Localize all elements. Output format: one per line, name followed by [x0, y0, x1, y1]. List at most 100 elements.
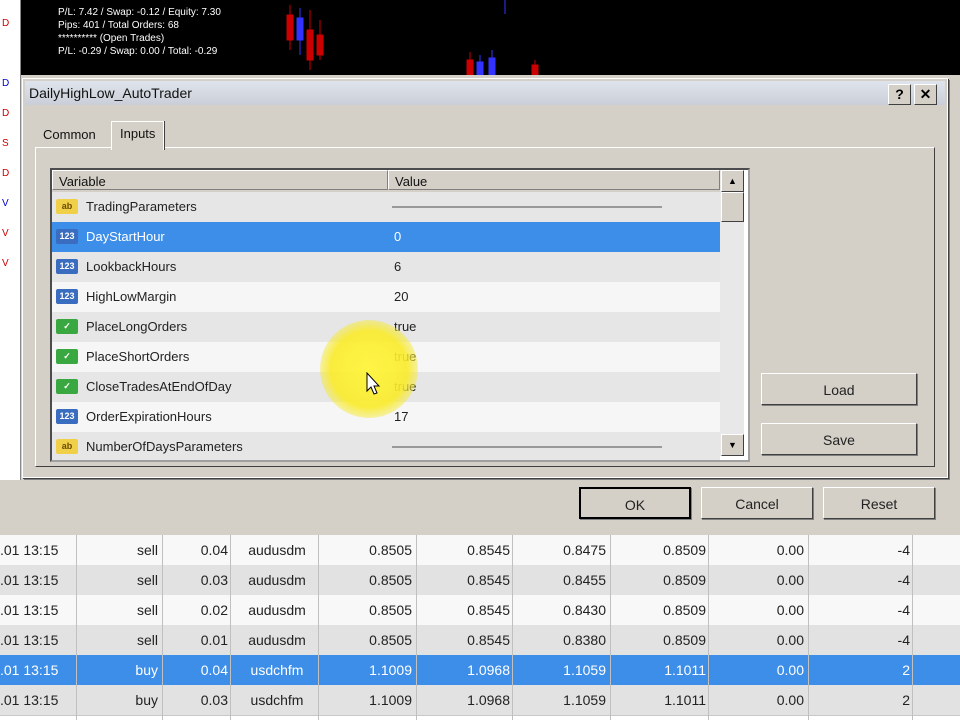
trade-tp: 0.8475 — [563, 542, 606, 558]
column-divider — [162, 535, 163, 720]
input-variable-name: DayStartHour — [86, 229, 165, 244]
trade-size: 0.01 — [200, 632, 228, 648]
string-type-icon: ab — [56, 439, 78, 454]
column-divider — [416, 535, 417, 720]
input-value[interactable]: 0 — [394, 229, 401, 244]
trade-current: 0.8509 — [663, 602, 706, 618]
trade-row[interactable]: .01 13:15 sell 0.04 audusdm 0.8505 0.8545 0.84… — [0, 535, 960, 566]
trade-sl: 0.8545 — [467, 542, 510, 558]
strip-mark: D — [2, 108, 10, 119]
load-button[interactable]: Load — [761, 373, 917, 405]
input-variable-name: CloseTradesAtEndOfDay — [86, 379, 232, 394]
column-divider — [230, 535, 231, 720]
inputs-grid: Variable Value ab TradingParameters 123 Day… — [50, 168, 750, 462]
strip-mark: D — [2, 168, 10, 179]
scroll-down-icon[interactable]: ▼ — [721, 434, 744, 456]
input-value[interactable]: 6 — [394, 259, 401, 274]
input-variable-name: PlaceShortOrders — [86, 349, 190, 364]
price-chart[interactable]: P/L: 7.42 / Swap: -0.12 / Equity: 7.30 P… — [0, 0, 960, 75]
trade-tp: 0.8380 — [563, 632, 606, 648]
trade-swap: 0.00 — [776, 542, 804, 558]
expert-properties-dialog: DailyHighLow_AutoTrader ? ✕ Common Input… — [22, 78, 948, 519]
trade-type: sell — [136, 602, 158, 618]
reset-button[interactable]: Reset — [823, 487, 935, 519]
trade-row[interactable]: .01 13:15 sell 0.02 audusdm 0.8505 0.8545 0.84… — [0, 595, 960, 626]
tab-inputs[interactable]: Inputs — [111, 121, 165, 150]
trade-size: 0.03 — [200, 572, 228, 588]
trade-type: buy — [135, 692, 158, 708]
separator-line — [392, 206, 662, 208]
overlay-line: P/L: -0.29 / Swap: 0.00 / Total: -0.29 — [58, 46, 218, 57]
trade-size: 0.04 — [200, 542, 228, 558]
trade-swap: 0.00 — [776, 572, 804, 588]
scroll-up-icon[interactable]: ▲ — [721, 170, 744, 192]
dialog-titlebar[interactable]: DailyHighLow_AutoTrader ? ✕ — [25, 81, 945, 105]
scroll-thumb[interactable] — [721, 192, 744, 222]
input-row[interactable]: 123 HighLowMargin 20 — [52, 282, 720, 312]
save-button[interactable]: Save — [761, 423, 917, 455]
trade-price: 0.8505 — [369, 542, 412, 558]
trade-size: 0.02 — [200, 602, 228, 618]
trade-row[interactable]: .01 13:15 sell 0.01 audusdm 0.8505 0.8545 0.83… — [0, 625, 960, 656]
trade-symbol: audusdm — [248, 602, 306, 618]
input-value[interactable]: 20 — [394, 289, 408, 304]
candlesticks — [286, 0, 539, 75]
overlay-line: ********** (Open Trades) — [58, 33, 165, 44]
grid-scrollbar[interactable]: ▲ ▼ — [720, 170, 744, 456]
input-variable-name: OrderExpirationHours — [86, 409, 212, 424]
integer-type-icon: 123 — [56, 229, 78, 244]
trade-row[interactable]: .01 13:15 buy 0.04 usdchfm 1.1009 1.0968 1.105… — [0, 655, 960, 686]
chart-left-strip: D D D S D V V V — [0, 0, 21, 480]
trade-sl: 1.0968 — [467, 662, 510, 678]
ok-button[interactable]: OK — [579, 487, 691, 519]
trade-type: sell — [136, 632, 158, 648]
grid-header: Variable Value — [52, 170, 720, 192]
strip-mark: V — [2, 228, 9, 239]
dialog-title: DailyHighLow_AutoTrader — [29, 85, 192, 101]
trade-type: sell — [136, 572, 158, 588]
boolean-type-icon: ✓ — [56, 379, 78, 394]
trade-price: 1.1009 — [369, 692, 412, 708]
trade-row[interactable]: .01 13:15 buy 0.03 usdchfm 1.1009 1.0968 1.105… — [0, 685, 960, 716]
strip-mark: D — [2, 18, 10, 29]
overlay-line: Pips: 401 / Total Orders: 68 — [58, 20, 179, 31]
trade-swap: 0.00 — [776, 602, 804, 618]
trade-price: 0.8505 — [369, 632, 412, 648]
input-variable-name: NumberOfDaysParameters — [86, 439, 243, 454]
input-row[interactable]: 123 LookbackHours 6 — [52, 252, 720, 282]
cancel-button[interactable]: Cancel — [701, 487, 813, 519]
trade-tp: 0.8455 — [563, 572, 606, 588]
column-divider — [76, 535, 77, 720]
boolean-type-icon: ✓ — [56, 349, 78, 364]
strip-mark: S — [2, 138, 9, 149]
trade-time: .01 13:15 — [0, 662, 59, 678]
column-divider — [708, 535, 709, 720]
column-header-variable[interactable]: Variable — [52, 170, 388, 190]
trade-current: 0.8509 — [663, 632, 706, 648]
trade-tp: 0.8430 — [563, 602, 606, 618]
trade-profit: 2 — [902, 692, 910, 708]
column-divider — [318, 535, 319, 720]
help-button[interactable]: ? — [888, 84, 911, 105]
tab-common[interactable]: Common — [39, 123, 102, 149]
input-variable-name: LookbackHours — [86, 259, 177, 274]
trade-row[interactable]: .01 13:15 sell 0.03 audusdm 0.8505 0.8545 0.84… — [0, 565, 960, 596]
input-row[interactable]: 123 DayStartHour 0 — [52, 222, 720, 252]
trade-size: 0.03 — [200, 692, 228, 708]
column-divider — [512, 535, 513, 720]
column-divider — [808, 535, 809, 720]
close-button[interactable]: ✕ — [914, 84, 937, 105]
trade-profit: -4 — [897, 542, 910, 558]
trade-symbol: audusdm — [248, 632, 306, 648]
trade-time: .01 13:15 — [0, 602, 59, 618]
column-divider — [610, 535, 611, 720]
trade-time: .01 13:15 — [0, 632, 59, 648]
input-row[interactable]: ab NumberOfDaysParameters — [52, 432, 720, 460]
trade-size: 0.04 — [200, 662, 228, 678]
input-row[interactable]: ab TradingParameters — [52, 192, 720, 222]
input-value[interactable]: 17 — [394, 409, 408, 424]
column-header-value[interactable]: Value — [388, 170, 720, 190]
integer-type-icon: 123 — [56, 409, 78, 424]
trade-price: 0.8505 — [369, 602, 412, 618]
trade-time: .01 13:15 — [0, 542, 59, 558]
